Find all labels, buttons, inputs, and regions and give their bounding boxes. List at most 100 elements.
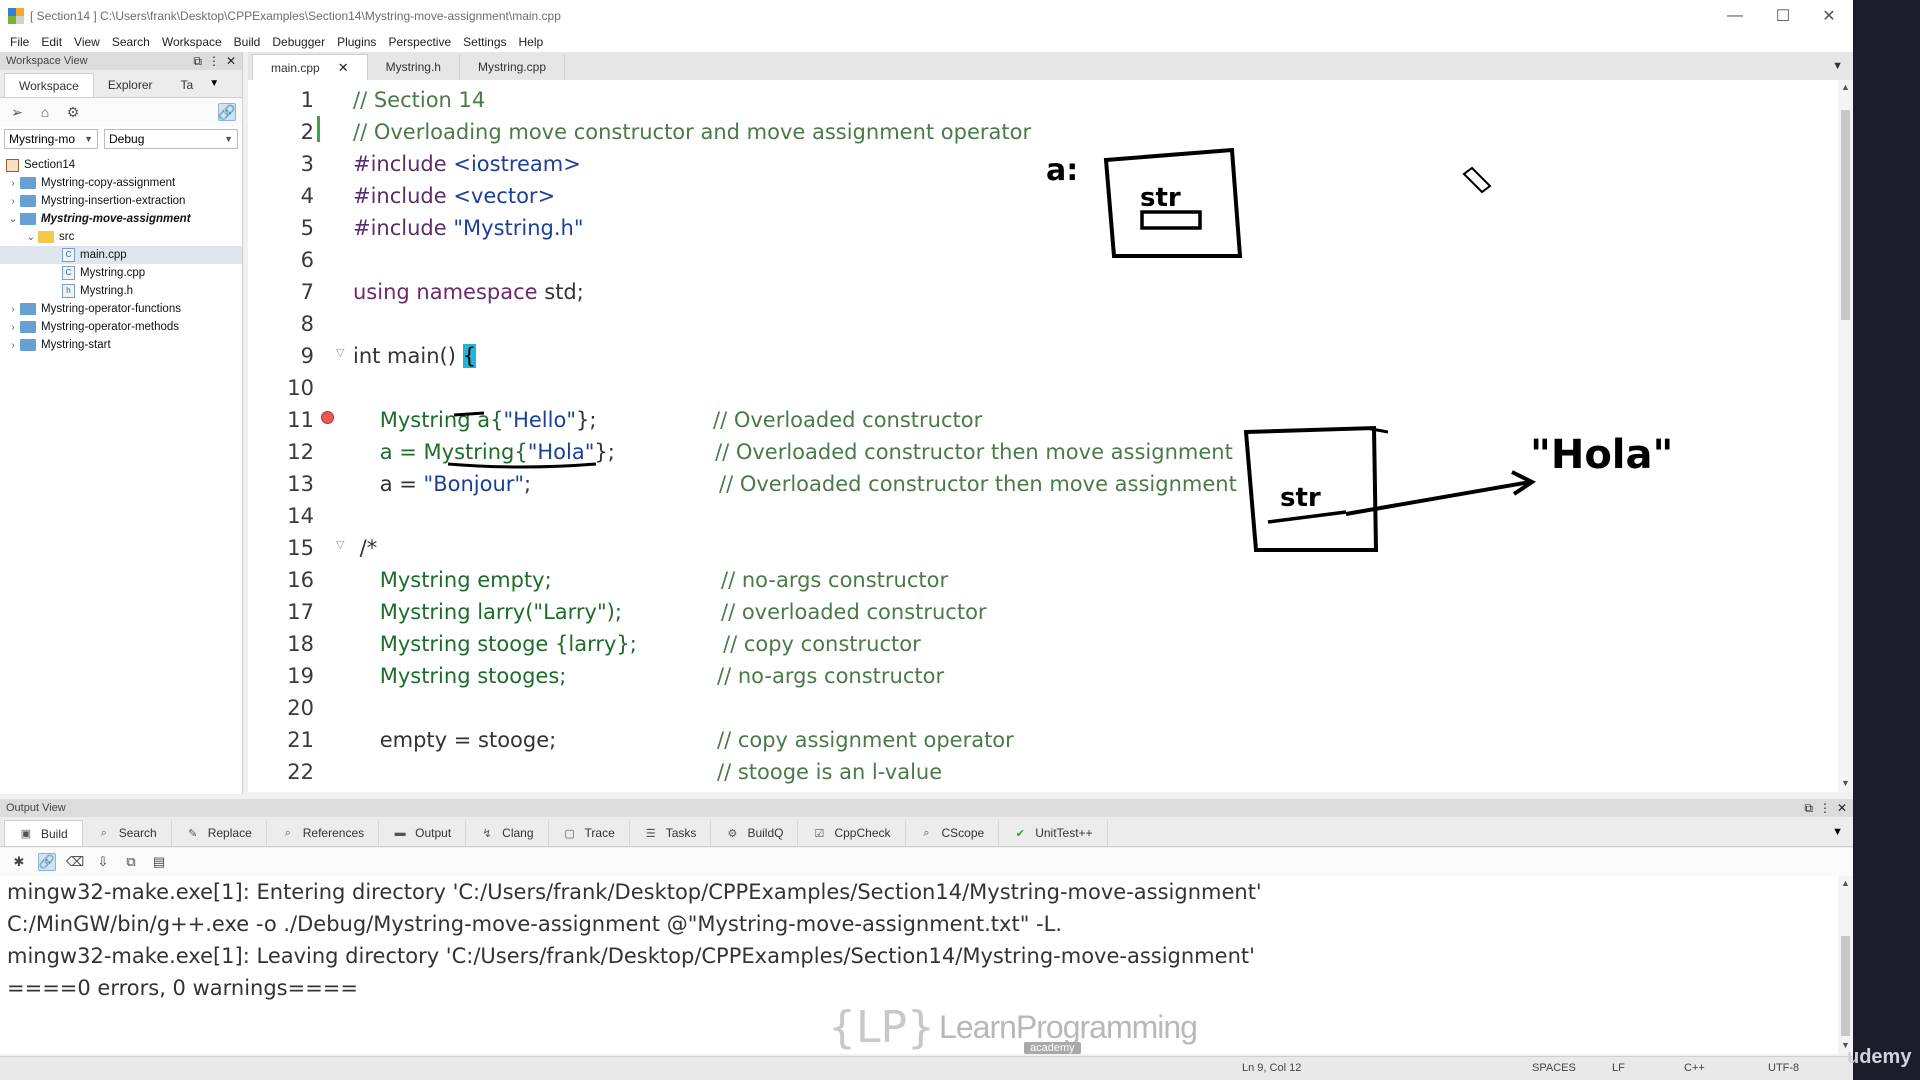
- tree-item-mystring-h[interactable]: h Mystring.h: [0, 282, 242, 300]
- close-icon[interactable]: ✕: [226, 54, 236, 69]
- tree-item[interactable]: › Mystring-start: [0, 336, 242, 354]
- tab-cscope[interactable]: ⌕ CScope: [906, 820, 1000, 846]
- code-line[interactable]: empty = stooge; // copy assignment operat…: [353, 724, 1014, 756]
- tab-replace[interactable]: ✎ Replace: [172, 820, 267, 846]
- tree-root[interactable]: Section14: [0, 156, 242, 174]
- gear-icon[interactable]: ⚙: [64, 103, 82, 121]
- menu-build[interactable]: Build: [228, 35, 267, 49]
- more-icon[interactable]: ⋮: [1819, 801, 1831, 816]
- menu-plugins[interactable]: Plugins: [331, 35, 382, 49]
- chevron-right-icon[interactable]: ›: [6, 178, 20, 189]
- code-line[interactable]: // Section 14: [353, 84, 485, 116]
- editor-scrollbar[interactable]: ▲ ▼: [1838, 80, 1853, 792]
- tab-explorer[interactable]: Explorer: [94, 73, 167, 97]
- menu-workspace[interactable]: Workspace: [156, 35, 228, 49]
- code-line[interactable]: // Overloading move constructor and move…: [353, 116, 1031, 148]
- menu-help[interactable]: Help: [513, 35, 550, 49]
- restore-icon[interactable]: ⧉: [193, 54, 202, 69]
- tab-trace[interactable]: ▢ Trace: [549, 820, 630, 846]
- paste-icon[interactable]: ▤: [150, 853, 168, 871]
- close-icon[interactable]: ✕: [1837, 801, 1847, 816]
- menu-file[interactable]: File: [4, 35, 35, 49]
- code-line[interactable]: Mystring empty; // no-args constructor: [353, 564, 948, 596]
- chevron-down-icon[interactable]: ▼: [1832, 826, 1843, 838]
- more-icon[interactable]: ⋮: [208, 54, 220, 69]
- tab-mystring-h[interactable]: Mystring.h: [368, 54, 460, 80]
- chevron-right-icon[interactable]: ›: [6, 304, 20, 315]
- tree-item[interactable]: › Mystring-insertion-extraction: [0, 192, 242, 210]
- tab-clang[interactable]: ↯ Clang: [466, 820, 549, 846]
- tree-item-mystring-cpp[interactable]: C Mystring.cpp: [0, 264, 242, 282]
- tab-build[interactable]: ▣ Build: [4, 820, 83, 846]
- save-icon[interactable]: ⇩: [94, 853, 112, 871]
- code-line[interactable]: using namespace std;: [353, 276, 584, 308]
- project-select[interactable]: Mystring-mo ▼: [4, 129, 98, 149]
- menu-perspective[interactable]: Perspective: [382, 35, 457, 49]
- code-line[interactable]: int main() {: [353, 340, 476, 372]
- menu-edit[interactable]: Edit: [35, 35, 68, 49]
- chevron-down-icon[interactable]: ⌄: [6, 214, 20, 225]
- scroll-up-icon[interactable]: ▲: [1838, 878, 1853, 888]
- chevron-right-icon[interactable]: ›: [6, 340, 20, 351]
- language-mode[interactable]: C++: [1684, 1062, 1705, 1074]
- indent-mode[interactable]: SPACES: [1532, 1062, 1576, 1074]
- build-config-select[interactable]: Debug ▼: [104, 129, 238, 149]
- line-ending[interactable]: LF: [1612, 1062, 1625, 1074]
- tab-search[interactable]: ⌕ Search: [83, 820, 172, 846]
- chevron-down-icon[interactable]: ▼: [1832, 60, 1843, 72]
- clear-icon[interactable]: ⌫: [66, 853, 84, 871]
- copy-icon[interactable]: ⧉: [122, 853, 140, 871]
- tree-item-src[interactable]: ⌄ src: [0, 228, 242, 246]
- link-editor-icon[interactable]: 🔗: [38, 853, 56, 871]
- menu-settings[interactable]: Settings: [457, 35, 512, 49]
- minimize-button[interactable]: —: [1712, 0, 1758, 32]
- chevron-right-icon[interactable]: ›: [6, 196, 20, 207]
- breakpoint-icon[interactable]: [321, 411, 334, 424]
- tab-cppcheck[interactable]: ☑ CppCheck: [798, 820, 906, 846]
- chevron-right-icon[interactable]: ›: [6, 322, 20, 333]
- menu-search[interactable]: Search: [106, 35, 156, 49]
- code-line[interactable]: #include <iostream>: [353, 148, 581, 180]
- tab-tasks[interactable]: ☰ Tasks: [630, 820, 712, 846]
- scroll-down-icon[interactable]: ▼: [1838, 778, 1853, 788]
- code-line[interactable]: #include "Mystring.h": [353, 212, 584, 244]
- tree-item-active-project[interactable]: ⌄ Mystring-move-assignment: [0, 210, 242, 228]
- tab-main-cpp[interactable]: main.cpp ✕: [252, 54, 368, 80]
- maximize-button[interactable]: ☐: [1760, 0, 1806, 32]
- close-button[interactable]: ✕: [1806, 0, 1852, 32]
- tree-item[interactable]: › Mystring-operator-methods: [0, 318, 242, 336]
- code-line[interactable]: #include <vector>: [353, 180, 555, 212]
- code-line[interactable]: Mystring a{"Hello"}; // Overloaded constr…: [353, 404, 983, 436]
- tabs-dropdown-icon[interactable]: ▼: [209, 78, 219, 89]
- tab-tabs[interactable]: Ta: [167, 73, 208, 97]
- code-line[interactable]: /*: [353, 532, 378, 564]
- code-line[interactable]: Mystring stooges; // no-args constructor: [353, 660, 944, 692]
- restore-icon[interactable]: ⧉: [1804, 801, 1813, 816]
- fold-marker-icon[interactable]: ▽: [336, 346, 344, 359]
- tab-unittest[interactable]: ✔ UnitTest++: [999, 820, 1108, 846]
- pin-icon[interactable]: ✱: [10, 853, 28, 871]
- scroll-up-icon[interactable]: ▲: [1838, 82, 1853, 92]
- file-encoding[interactable]: UTF-8: [1768, 1062, 1799, 1074]
- tree-item[interactable]: › Mystring-operator-functions: [0, 300, 242, 318]
- tree-item[interactable]: › Mystring-copy-assignment: [0, 174, 242, 192]
- fold-marker-icon[interactable]: ▽: [336, 538, 344, 551]
- close-icon[interactable]: ✕: [338, 60, 349, 76]
- chevron-down-icon[interactable]: ⌄: [24, 232, 38, 243]
- code-line[interactable]: Mystring larry("Larry"); // overloaded co…: [353, 596, 987, 628]
- code-line[interactable]: Mystring stooge {larry}; // copy construc…: [353, 628, 921, 660]
- tab-buildq[interactable]: ⚙ BuildQ: [711, 820, 799, 846]
- scrollbar-thumb[interactable]: [1841, 936, 1850, 1036]
- home-icon[interactable]: ⌂: [36, 103, 54, 121]
- output-scrollbar[interactable]: ▲ ▼: [1838, 876, 1853, 1054]
- menu-debugger[interactable]: Debugger: [266, 35, 331, 49]
- scrollbar-thumb[interactable]: [1841, 110, 1850, 320]
- tab-output[interactable]: ▬ Output: [379, 820, 467, 846]
- send-icon[interactable]: ➢: [8, 103, 26, 121]
- tab-references[interactable]: ⌕ References: [267, 820, 380, 846]
- code-line[interactable]: a = Mystring{"Hola"}; // Overloaded const…: [353, 436, 1233, 468]
- code-line[interactable]: a = "Bonjour"; // Overloaded constructor …: [353, 468, 1237, 500]
- link-editor-icon[interactable]: 🔗: [218, 103, 236, 121]
- tab-workspace[interactable]: Workspace: [4, 73, 94, 97]
- code-editor[interactable]: ▽ ▽ 1 2 3 4 5 6 7 8 9 10 11 12 13 14 15 16 17 18 19 20 21 22 …: [248, 80, 1838, 792]
